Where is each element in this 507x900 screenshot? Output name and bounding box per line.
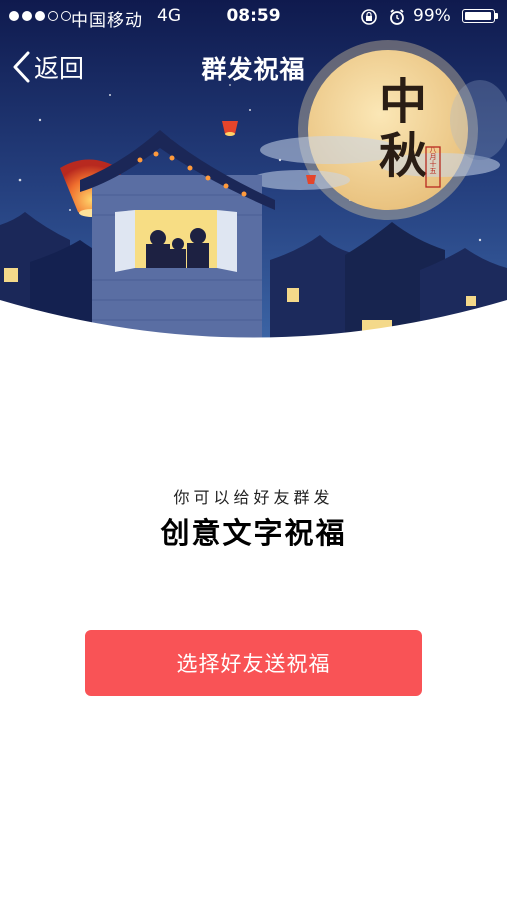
page-title: 群发祝福 [201,55,306,84]
calligraphy-qiu: 秋 [379,128,427,184]
select-friends-button[interactable]: 选择好友送祝福 [85,630,422,696]
status-bar: 中国移动 4G 08:59 99% [0,0,507,34]
headline-text: 创意文字祝福 [160,516,347,550]
alarm-icon [390,9,404,25]
battery-percentage: 99% [413,6,451,26]
orientation-lock-icon [361,9,377,25]
nav-bar: 返回 群发祝福 [0,34,507,98]
subtitle-text: 你可以给好友群发 [173,488,334,507]
battery-cap [495,13,498,19]
seal-text: 八月十五 [429,146,437,174]
battery-level [465,12,491,20]
battery-icon [462,9,495,23]
